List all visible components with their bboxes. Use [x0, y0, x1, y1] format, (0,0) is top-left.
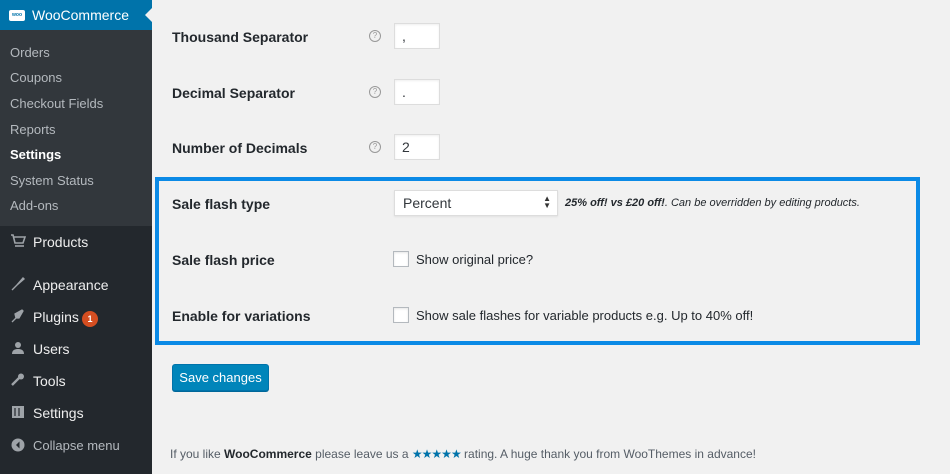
current-menu-arrow	[145, 8, 152, 22]
collapse-menu-button[interactable]: Collapse menu	[0, 431, 152, 461]
menu-plugins-label: Plugins	[33, 309, 79, 325]
submenu-reports[interactable]: Reports	[10, 122, 56, 137]
menu-users[interactable]: Users	[0, 334, 152, 364]
thousand-separator-input[interactable]	[394, 23, 440, 49]
menu-tools[interactable]: Tools	[0, 366, 152, 396]
enable-variations-label: Enable for variations	[172, 308, 311, 324]
submenu-add-ons[interactable]: Add-ons	[10, 198, 58, 213]
collapse-arrow-icon	[9, 438, 27, 454]
footer-suffix: rating. A huge thank you from WooThemes …	[460, 447, 756, 461]
menu-products-label: Products	[33, 234, 89, 250]
settings-icon	[9, 405, 27, 421]
menu-appearance-label: Appearance	[33, 277, 109, 293]
number-of-decimals-label: Number of Decimals	[172, 140, 308, 156]
show-original-price-checkbox[interactable]	[393, 251, 409, 267]
menu-tools-label: Tools	[33, 373, 66, 389]
footer-brand: WooCommerce	[224, 447, 312, 461]
help-tip-icon[interactable]: ?	[369, 30, 381, 42]
decimal-separator-input[interactable]	[394, 79, 440, 105]
help-tip-icon[interactable]: ?	[369, 86, 381, 98]
menu-settings[interactable]: Settings	[0, 398, 152, 428]
menu-users-label: Users	[33, 341, 70, 357]
variable-products-checkbox[interactable]	[393, 307, 409, 323]
menu-appearance[interactable]: Appearance	[0, 270, 152, 300]
submenu-system-status[interactable]: System Status	[10, 173, 94, 188]
tools-icon	[9, 373, 27, 389]
sale-flash-type-desc-example: 25% off! vs £20 off!	[565, 197, 665, 209]
save-changes-button[interactable]: Save changes	[172, 364, 269, 391]
number-of-decimals-input[interactable]	[394, 134, 440, 160]
woocommerce-logo-icon: woo	[9, 10, 25, 21]
select-arrows-icon: ▲ ▼	[543, 194, 551, 210]
help-tip-icon[interactable]: ?	[369, 141, 381, 153]
rating-stars-link[interactable]: ★★★★★	[412, 447, 462, 461]
show-original-price-label[interactable]: Show original price?	[416, 252, 533, 267]
sale-flash-type-desc-note: . Can be overridden by editing products.	[664, 197, 860, 209]
woocommerce-submenu: Orders Coupons Checkout Fields Reports S…	[0, 30, 152, 226]
menu-products[interactable]: Products	[0, 227, 152, 257]
sale-flash-type-label: Sale flash type	[172, 196, 271, 212]
menu-settings-label: Settings	[33, 405, 84, 421]
woocommerce-menu-title: WooCommerce	[32, 7, 129, 23]
thousand-separator-label: Thousand Separator	[172, 29, 309, 45]
submenu-checkout-fields[interactable]: Checkout Fields	[10, 96, 103, 111]
plugins-icon	[9, 309, 27, 325]
submenu-orders[interactable]: Orders	[10, 45, 50, 60]
sale-flash-type-select[interactable]: Percent ▲ ▼	[394, 190, 558, 216]
variable-products-label[interactable]: Show sale flashes for variable products …	[416, 308, 753, 323]
decimal-separator-label: Decimal Separator	[172, 85, 295, 101]
users-icon	[9, 341, 27, 357]
sale-flash-price-label: Sale flash price	[172, 252, 275, 268]
collapse-menu-label: Collapse menu	[33, 438, 120, 453]
menu-plugins[interactable]: Plugins 1	[0, 302, 152, 332]
sale-flash-type-selected: Percent	[403, 195, 452, 211]
sale-flash-type-description: 25% off! vs £20 off!. Can be overridden …	[565, 197, 860, 209]
woocommerce-menu-header[interactable]: woo WooCommerce	[0, 0, 152, 30]
footer-prefix: If you like	[170, 447, 225, 461]
footer-middle: please leave us a	[311, 447, 412, 461]
submenu-coupons[interactable]: Coupons	[10, 70, 62, 85]
footer-rating-text: If you like WooCommerce please leave us …	[170, 447, 756, 461]
appearance-icon	[9, 276, 27, 293]
plugins-update-badge: 1	[82, 311, 98, 327]
products-icon	[9, 234, 27, 250]
admin-sidebar: woo WooCommerce Orders Coupons Checkout …	[0, 0, 152, 474]
submenu-settings[interactable]: Settings	[10, 147, 61, 162]
